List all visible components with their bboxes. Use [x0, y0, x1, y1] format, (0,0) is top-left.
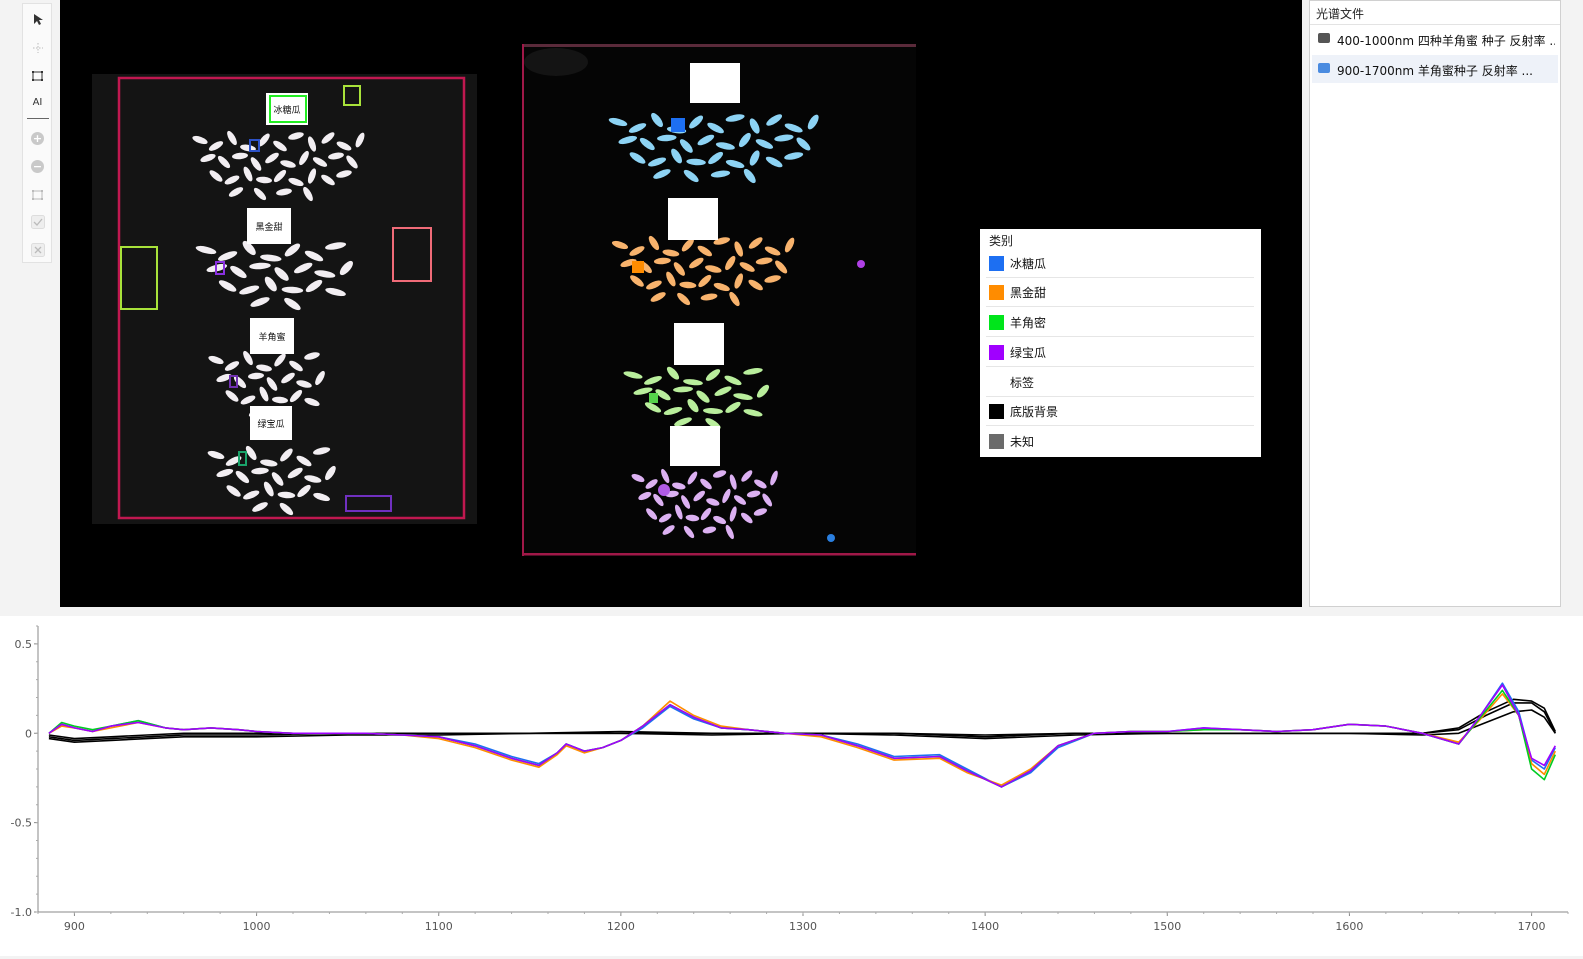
zoom-in-tool[interactable]: + [27, 128, 48, 149]
confirm-icon [30, 214, 45, 229]
camera-icon [1318, 63, 1330, 73]
ai-tool-label: AI [32, 97, 43, 108]
rectangle-select-icon [32, 70, 43, 81]
label-card [674, 323, 724, 365]
legend-swatch [989, 345, 1004, 360]
tool-palette: AI + − [22, 3, 52, 263]
class-point [857, 260, 865, 268]
legend-item[interactable]: 黑金甜 [986, 278, 1254, 307]
seed-label-card: 绿宝瓜 [250, 406, 292, 440]
legend-item[interactable]: 标签 [986, 368, 1254, 397]
chart-series-group [48, 682, 1557, 788]
y-tick-label: 0 [25, 727, 32, 740]
y-tick-label: -0.5 [11, 817, 32, 830]
label-card [690, 63, 740, 103]
file-name: 400-1000nm 四种羊角蜜 种子 反射率 ... [1337, 34, 1555, 48]
legend-swatch [989, 404, 1004, 419]
crosshair-icon [32, 42, 43, 53]
legend-item[interactable]: 底版背景 [986, 397, 1254, 426]
x-tick-label: 1700 [1518, 920, 1546, 933]
ai-tool-button[interactable]: AI [27, 92, 48, 113]
legend-item[interactable]: 绿宝瓜 [986, 338, 1254, 367]
seed-label-card: 羊角蜜 [250, 318, 294, 354]
seed-label-card: 冰糖瓜 [266, 93, 308, 125]
legend-item[interactable]: 羊角密 [986, 308, 1254, 337]
zoom-out-tool[interactable]: − [27, 156, 48, 177]
legend-swatch [989, 315, 1004, 330]
class-marker-blue [671, 118, 685, 132]
cancel-tool[interactable] [27, 239, 48, 260]
class-point [827, 534, 835, 542]
legend-item[interactable]: 未知 [986, 427, 1254, 456]
cancel-icon [30, 242, 45, 257]
class-legend: 类别 冰糖瓜 黑金甜 羊角密 绿宝瓜 标签 底版背景 未知 [980, 229, 1261, 457]
legend-swatch [989, 256, 1004, 271]
legend-label: 底版背景 [1010, 405, 1059, 419]
x-tick-label: 1000 [243, 920, 271, 933]
rectangle-select-tool[interactable] [27, 65, 48, 86]
y-tick-label: -1.0 [11, 906, 32, 919]
seed-label-text: 绿宝瓜 [257, 418, 284, 430]
spectrum-series-line [48, 689, 1557, 788]
classification-image-panel [522, 44, 916, 556]
legend-item[interactable]: 冰糖瓜 [986, 249, 1254, 278]
file-name: 900-1700nm 羊角蜜种子 反射率 ... [1337, 64, 1533, 78]
label-card [668, 198, 718, 240]
fit-tool[interactable] [27, 184, 48, 205]
chart-axes: 0.5 0 -0.5 -1.0 900 1000 1100 1200 1300 1400 1500 1… [11, 625, 1569, 933]
class-marker-purple [658, 484, 670, 496]
grayscale-image-panel: 冰糖瓜 黑金甜 羊角蜜 绿宝瓜 [92, 74, 477, 524]
pointer-icon [33, 14, 43, 25]
confirm-tool[interactable] [27, 211, 48, 232]
pointer-tool[interactable] [27, 9, 48, 30]
fit-icon [32, 189, 43, 200]
x-tick-label: 1100 [425, 920, 453, 933]
legend-label: 标签 [1010, 376, 1035, 390]
legend-swatch [989, 285, 1004, 300]
x-tick-label: 1200 [607, 920, 635, 933]
spectrum-series-line [48, 709, 1556, 743]
x-tick-label: 900 [64, 920, 85, 933]
legend-label: 羊角密 [1010, 316, 1047, 330]
file-item[interactable]: 400-1000nm 四种羊角蜜 种子 反射率 ... [1312, 25, 1558, 53]
x-tick-label: 1300 [789, 920, 817, 933]
legend-swatch [989, 375, 1004, 390]
spectrum-series-line [48, 693, 1557, 786]
seed-label-text: 黑金甜 [255, 221, 282, 233]
label-card [670, 426, 720, 466]
x-tick-label: 1400 [971, 920, 999, 933]
crosshair-tool[interactable] [27, 37, 48, 58]
x-tick-label: 1500 [1153, 920, 1181, 933]
class-marker-orange [632, 261, 644, 273]
spectrum-plot: 0.5 0 -0.5 -1.0 900 1000 1100 1200 1300 1400 1500 1… [11, 625, 1569, 933]
zoom-in-icon: + [31, 132, 44, 145]
x-tick-label: 1600 [1335, 920, 1363, 933]
file-item[interactable]: 900-1700nm 羊角蜜种子 反射率 ... [1312, 55, 1558, 83]
class-marker-green [649, 393, 658, 403]
file-panel-title: 光谱文件 [1310, 1, 1560, 25]
legend-swatch [989, 434, 1004, 449]
legend-label: 黑金甜 [1010, 286, 1047, 300]
toolbar-divider [27, 118, 49, 119]
y-tick-label: 0.5 [15, 638, 33, 651]
legend-title: 类别 [989, 234, 1014, 248]
zoom-out-icon: − [31, 160, 44, 173]
seed-label-text: 羊角蜜 [258, 331, 285, 343]
spectral-file-panel: 光谱文件 400-1000nm 四种羊角蜜 种子 反射率 ... 900-170… [1309, 0, 1561, 607]
spectrum-chart[interactable]: 0.5 0 -0.5 -1.0 900 1000 1100 1200 1300 1400 1500 1… [0, 616, 1583, 956]
seed-label-card: 黑金甜 [247, 208, 291, 244]
seed-label-text: 冰糖瓜 [273, 104, 300, 116]
legend-label: 冰糖瓜 [1010, 257, 1047, 271]
camera-icon [1318, 33, 1330, 43]
legend-label: 未知 [1010, 435, 1035, 449]
legend-label: 绿宝瓜 [1010, 346, 1047, 360]
